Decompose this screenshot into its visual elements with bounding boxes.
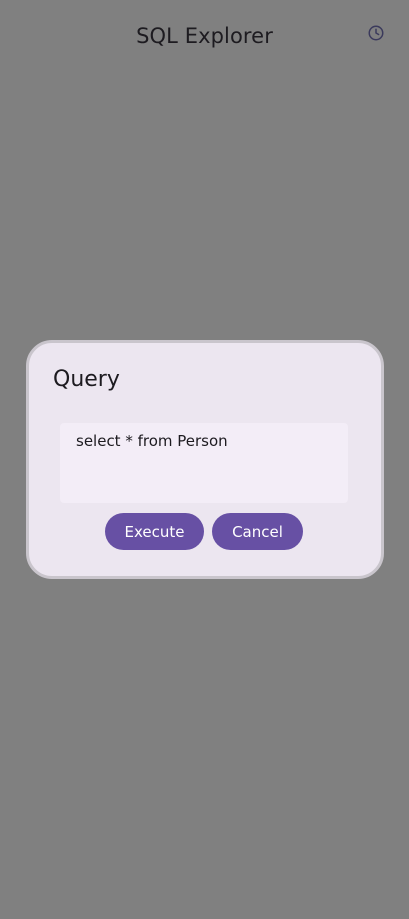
execute-button[interactable]: Execute bbox=[105, 513, 204, 550]
cancel-button[interactable]: Cancel bbox=[212, 513, 303, 550]
dialog-actions: Execute Cancel bbox=[105, 513, 303, 550]
query-input[interactable]: select * from Person bbox=[60, 423, 348, 503]
history-icon bbox=[368, 25, 384, 41]
app-bar: SQL Explorer bbox=[0, 0, 409, 80]
history-button[interactable] bbox=[365, 22, 387, 44]
app-title: SQL Explorer bbox=[136, 24, 273, 48]
app-screen: SQL Explorer Query select * from Person … bbox=[0, 0, 409, 919]
dialog-title: Query bbox=[53, 367, 120, 392]
query-dialog: Query select * from Person Execute Cance… bbox=[26, 340, 384, 579]
